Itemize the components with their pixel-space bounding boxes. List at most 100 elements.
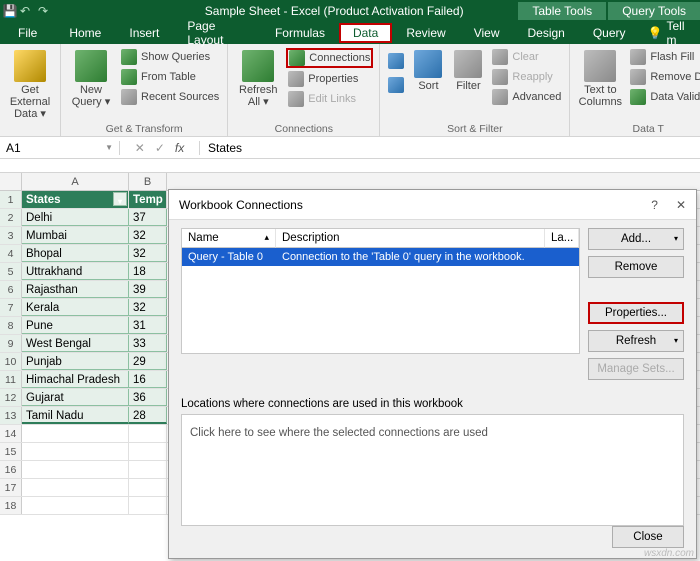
properties-button[interactable]: Properties... — [588, 302, 684, 324]
row-header[interactable]: 12 — [0, 389, 22, 406]
cell[interactable]: 31 — [129, 317, 167, 334]
sort-button[interactable]: Sort — [410, 46, 446, 122]
select-all-triangle[interactable] — [0, 173, 22, 190]
row-header[interactable]: 7 — [0, 299, 22, 316]
cell[interactable]: Himachal Pradesh — [22, 371, 129, 388]
filter-dropdown-icon[interactable]: ▾ — [113, 192, 127, 206]
add-button[interactable]: Add... — [588, 228, 684, 250]
row-header[interactable]: 15 — [0, 443, 22, 460]
tab-view[interactable]: View — [460, 23, 514, 43]
filter-button[interactable]: Filter — [450, 46, 486, 122]
cell[interactable]: 29 — [129, 353, 167, 370]
advanced-button[interactable]: Advanced — [490, 88, 563, 106]
cell[interactable] — [22, 461, 129, 478]
cell[interactable]: West Bengal — [22, 335, 129, 352]
close-button[interactable]: Close — [612, 526, 684, 548]
cell[interactable]: Uttrakhand — [22, 263, 129, 280]
cell[interactable]: 32 — [129, 299, 167, 316]
row-header[interactable]: 2 — [0, 209, 22, 226]
text-to-columns-button[interactable]: Text to Columns — [576, 46, 624, 122]
row-header[interactable]: 17 — [0, 479, 22, 496]
row-header[interactable]: 10 — [0, 353, 22, 370]
row-header[interactable]: 11 — [0, 371, 22, 388]
data-validation-button[interactable]: Data Validatio — [628, 88, 700, 106]
edit-links-button[interactable]: Edit Links — [286, 90, 373, 108]
sort-az-button[interactable] — [386, 52, 406, 70]
cell[interactable]: 36 — [129, 389, 167, 406]
cell[interactable]: 16 — [129, 371, 167, 388]
cell[interactable]: Punjab — [22, 353, 129, 370]
formula-bar[interactable]: States — [200, 141, 700, 155]
cell[interactable]: 33 — [129, 335, 167, 352]
tab-formulas[interactable]: Formulas — [261, 23, 339, 43]
undo-icon[interactable]: ↶ — [20, 4, 32, 18]
manage-sets-button[interactable]: Manage Sets... — [588, 358, 684, 380]
cell[interactable]: Kerala — [22, 299, 129, 316]
cell[interactable]: Pune — [22, 317, 129, 334]
row-header[interactable]: 13 — [0, 407, 22, 424]
properties-button[interactable]: Properties — [286, 70, 373, 88]
row-header[interactable]: 8 — [0, 317, 22, 334]
col-description[interactable]: Description — [276, 229, 545, 248]
cell[interactable]: 28 — [129, 407, 167, 424]
cell[interactable] — [129, 425, 167, 442]
tab-insert[interactable]: Insert — [115, 23, 173, 43]
show-queries-button[interactable]: Show Queries — [119, 48, 221, 66]
redo-icon[interactable]: ↷ — [38, 4, 50, 18]
cell[interactable] — [22, 443, 129, 460]
cell[interactable] — [129, 461, 167, 478]
cell[interactable]: Gujarat — [22, 389, 129, 406]
row-header[interactable]: 6 — [0, 281, 22, 298]
dialog-help-button[interactable]: ? — [651, 198, 658, 212]
locations-box[interactable]: Click here to see where the selected con… — [181, 414, 684, 526]
chevron-down-icon[interactable]: ▼ — [105, 143, 113, 152]
row-header[interactable]: 18 — [0, 497, 22, 514]
tab-data[interactable]: Data — [339, 23, 392, 43]
recent-sources-button[interactable]: Recent Sources — [119, 88, 221, 106]
row-header[interactable]: 14 — [0, 425, 22, 442]
refresh-all-button[interactable]: Refresh All ▾ — [234, 46, 282, 122]
tab-query[interactable]: Query — [579, 23, 640, 43]
remove-button[interactable]: Remove — [588, 256, 684, 278]
row-header[interactable]: 1 — [0, 191, 22, 208]
cell[interactable]: Delhi — [22, 209, 129, 226]
table-header-temp[interactable]: Temp — [129, 191, 167, 208]
cell[interactable] — [129, 497, 167, 514]
cell[interactable]: Tamil Nadu — [22, 407, 129, 424]
save-icon[interactable]: 💾 — [0, 4, 20, 18]
cell[interactable]: Rajasthan — [22, 281, 129, 298]
row-header[interactable]: 3 — [0, 227, 22, 244]
cell[interactable] — [129, 479, 167, 496]
cell[interactable]: Bhopal — [22, 245, 129, 262]
row-header[interactable]: 16 — [0, 461, 22, 478]
cell[interactable]: Mumbai — [22, 227, 129, 244]
cell[interactable]: 32 — [129, 245, 167, 262]
name-box[interactable]: A1▼ — [0, 141, 120, 155]
connections-list[interactable]: Query - Table 0 Connection to the 'Table… — [181, 248, 580, 354]
from-table-button[interactable]: From Table — [119, 68, 221, 86]
cell[interactable]: 18 — [129, 263, 167, 280]
connections-list-header[interactable]: Name ▴ Description La... — [181, 228, 580, 248]
col-last[interactable]: La... — [545, 229, 579, 248]
connections-button[interactable]: Connections — [286, 48, 373, 68]
col-header-a[interactable]: A — [22, 173, 129, 190]
cell[interactable] — [129, 443, 167, 460]
tab-file[interactable]: File — [0, 23, 55, 43]
tab-home[interactable]: Home — [55, 23, 115, 43]
row-header[interactable]: 5 — [0, 263, 22, 280]
remove-duplicates-button[interactable]: Remove Dupl — [628, 68, 700, 86]
get-external-data-button[interactable]: Get External Data ▾ — [6, 46, 54, 122]
col-name[interactable]: Name ▴ — [182, 229, 276, 248]
cell[interactable] — [22, 425, 129, 442]
cell[interactable]: 32 — [129, 227, 167, 244]
clear-button[interactable]: Clear — [490, 48, 563, 66]
dialog-close-x[interactable]: ✕ — [676, 198, 686, 212]
fx-icon[interactable]: fx — [175, 141, 184, 155]
row-header[interactable]: 4 — [0, 245, 22, 262]
row-header[interactable]: 9 — [0, 335, 22, 352]
new-query-button[interactable]: New Query ▾ — [67, 46, 115, 122]
cell[interactable] — [22, 497, 129, 514]
reapply-button[interactable]: Reapply — [490, 68, 563, 86]
tab-design[interactable]: Design — [513, 23, 578, 43]
flash-fill-button[interactable]: Flash Fill — [628, 48, 700, 66]
